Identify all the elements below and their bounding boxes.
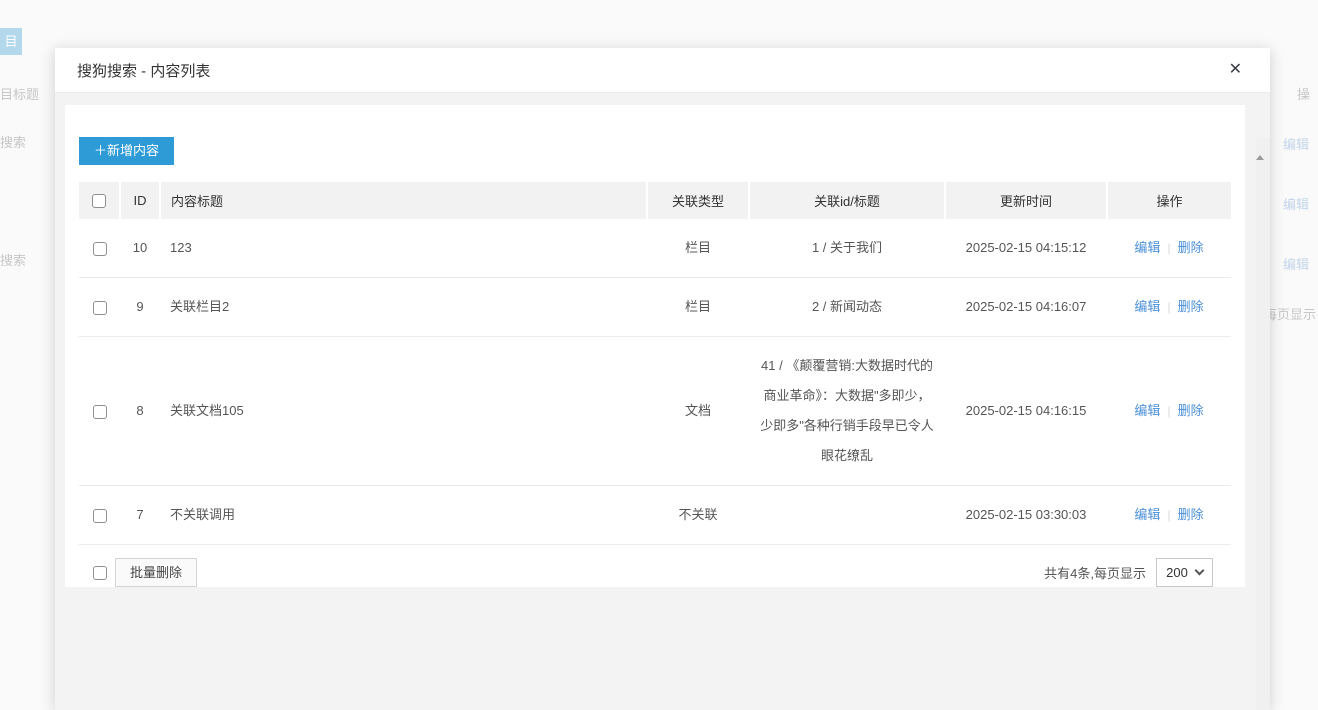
bg-edit-link-fragment: 编辑 <box>1283 134 1309 153</box>
cell-id: 7 <box>120 486 160 545</box>
cell-ops: 编辑 | 删除 <box>1107 278 1231 337</box>
cell-title: 关联文档105 <box>160 337 647 486</box>
page-size-value: 200 <box>1166 565 1188 580</box>
chevron-down-icon <box>1194 565 1204 575</box>
table-row: 9 关联栏目2 栏目 2 / 新闻动态 2025-02-15 04:16:07 … <box>79 278 1231 337</box>
select-all-checkbox[interactable] <box>92 194 106 208</box>
cell-ops: 编辑 | 删除 <box>1107 219 1231 278</box>
batch-delete-button[interactable]: 批量删除 <box>115 558 197 587</box>
cell-updated: 2025-02-15 04:16:15 <box>945 337 1107 486</box>
row-checkbox[interactable] <box>93 301 107 315</box>
delete-link[interactable]: 删除 <box>1178 403 1204 418</box>
dialog-scrollbar[interactable] <box>1256 138 1270 710</box>
cell-rel-target <box>749 486 945 545</box>
cell-rel-type: 栏目 <box>647 278 749 337</box>
op-separator: | <box>1167 300 1170 314</box>
page-size-select[interactable]: 200 <box>1156 558 1213 587</box>
cell-title: 关联栏目2 <box>160 278 647 337</box>
bg-sidebar-fragment: 搜索 <box>0 132 26 151</box>
op-separator: | <box>1167 404 1170 418</box>
edit-link[interactable]: 编辑 <box>1134 299 1160 314</box>
header-title: 内容标题 <box>160 182 647 219</box>
row-checkbox[interactable] <box>93 405 107 419</box>
edit-link[interactable]: 编辑 <box>1134 507 1160 522</box>
header-id: ID <box>120 182 160 219</box>
delete-link[interactable]: 删除 <box>1178 299 1204 314</box>
bg-ops-header-fragment: 操 <box>1297 84 1310 103</box>
dialog-title: 搜狗搜索 - 内容列表 <box>77 60 210 81</box>
cell-updated: 2025-02-15 04:15:12 <box>945 219 1107 278</box>
table-row: 7 不关联调用 不关联 2025-02-15 03:30:03 编辑 | 删除 <box>79 486 1231 545</box>
bg-per-page-fragment: 每页显示 <box>1264 304 1316 323</box>
table-header-row: ID 内容标题 关联类型 关联id/标题 更新时间 操作 <box>79 182 1231 219</box>
header-updated: 更新时间 <box>945 182 1107 219</box>
cell-rel-target: 41 / 《颠覆营销:大数据时代的商业革命》：大数据"多即少，少即多"各种行销手… <box>749 337 945 486</box>
cell-ops: 编辑 | 删除 <box>1107 337 1231 486</box>
add-content-button[interactable]: ＋新增内容 <box>79 137 174 165</box>
bg-edit-link-fragment: 编辑 <box>1283 194 1309 213</box>
bg-sidebar-fragment: 搜索 <box>0 250 26 269</box>
cell-rel-target: 1 / 关于我们 <box>749 219 945 278</box>
cell-id: 9 <box>120 278 160 337</box>
header-checkbox-cell <box>79 182 120 219</box>
cell-id: 8 <box>120 337 160 486</box>
records-summary: 共有4条,每页显示 <box>1044 563 1146 582</box>
bg-edit-link-fragment: 编辑 <box>1283 254 1309 273</box>
cell-updated: 2025-02-15 04:16:07 <box>945 278 1107 337</box>
delete-link[interactable]: 删除 <box>1178 240 1204 255</box>
table-row: 8 关联文档105 文档 41 / 《颠覆营销:大数据时代的商业革命》：大数据"… <box>79 337 1231 486</box>
dialog-body: ＋新增内容 ID 内容标题 关联类型 关联id/标题 更新时间 操作 <box>55 93 1270 710</box>
cell-rel-target: 2 / 新闻动态 <box>749 278 945 337</box>
header-ops: 操作 <box>1107 182 1231 219</box>
cell-id: 10 <box>120 219 160 278</box>
header-rel-target: 关联id/标题 <box>749 182 945 219</box>
op-separator: | <box>1167 508 1170 522</box>
table-footer: 批量删除 共有4条,每页显示 200 <box>79 545 1231 587</box>
content-table: ID 内容标题 关联类型 关联id/标题 更新时间 操作 10 123 栏目 <box>79 182 1231 545</box>
edit-link[interactable]: 编辑 <box>1134 403 1160 418</box>
close-icon[interactable]: ✕ <box>1223 60 1248 80</box>
scrollbar-up-icon[interactable] <box>1256 138 1264 160</box>
cell-ops: 编辑 | 删除 <box>1107 486 1231 545</box>
bg-sidebar-active-item: 目 <box>0 28 22 55</box>
cell-rel-type: 栏目 <box>647 219 749 278</box>
edit-link[interactable]: 编辑 <box>1134 240 1160 255</box>
row-checkbox[interactable] <box>93 242 107 256</box>
content-list-dialog: 搜狗搜索 - 内容列表 ✕ ＋新增内容 ID 内容标题 关联类型 关联id/标题 <box>55 48 1270 710</box>
op-separator: | <box>1167 241 1170 255</box>
footer-select-all-checkbox[interactable] <box>93 566 107 580</box>
cell-updated: 2025-02-15 03:30:03 <box>945 486 1107 545</box>
bg-sidebar-fragment: 目标题 <box>0 84 39 103</box>
header-rel-type: 关联类型 <box>647 182 749 219</box>
cell-rel-type: 不关联 <box>647 486 749 545</box>
row-checkbox[interactable] <box>93 509 107 523</box>
cell-title: 123 <box>160 219 647 278</box>
table-row: 10 123 栏目 1 / 关于我们 2025-02-15 04:15:12 编… <box>79 219 1231 278</box>
cell-title: 不关联调用 <box>160 486 647 545</box>
delete-link[interactable]: 删除 <box>1178 507 1204 522</box>
content-card: ＋新增内容 ID 内容标题 关联类型 关联id/标题 更新时间 操作 <box>65 105 1245 587</box>
dialog-header: 搜狗搜索 - 内容列表 ✕ <box>55 48 1270 93</box>
pagination-area: 共有4条,每页显示 200 <box>1044 558 1213 587</box>
cell-rel-type: 文档 <box>647 337 749 486</box>
